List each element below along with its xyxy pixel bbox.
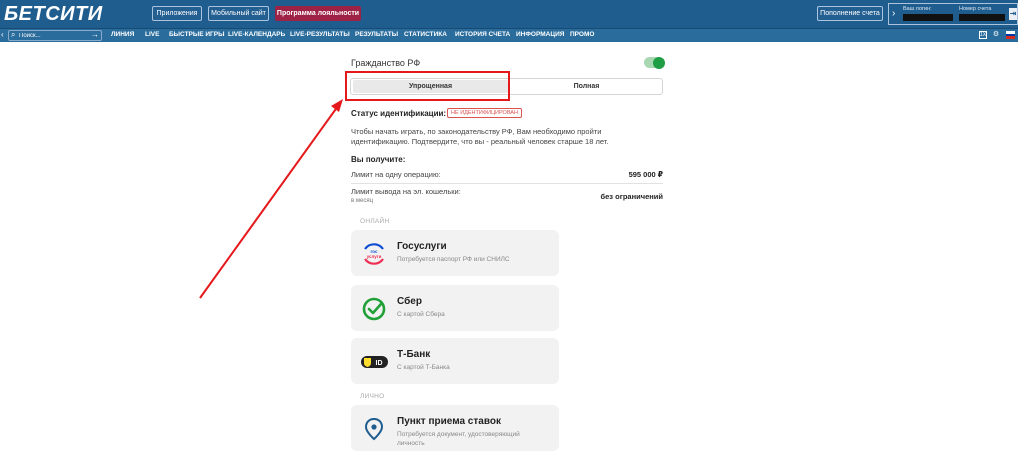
method-subtitle: Потребуется паспорт РФ или СНИЛС (397, 256, 510, 263)
svg-text:услуги: услуги (367, 254, 382, 259)
login-label: Ваш логин: (903, 6, 932, 12)
nav-item-promo[interactable]: ПРОМО (570, 31, 594, 38)
section-title-online: ОНЛАЙН (360, 218, 390, 225)
method-card-gosuslugi[interactable]: гос услуги Госуслуги Потребуется паспорт… (351, 230, 559, 276)
arrow-right-icon[interactable]: → (91, 30, 99, 39)
method-title: Пункт приема ставок (397, 416, 501, 427)
description-text: Чтобы начать играть, по законодательству… (351, 127, 621, 147)
sber-icon (362, 297, 386, 321)
description-line: идентификацию. Подтвердите, что вы - реа… (351, 137, 609, 146)
limit-value: без ограничений (600, 192, 664, 201)
method-subtitle-line: Потребуется документ, удостоверяющий (397, 431, 520, 438)
deposit-button[interactable]: Пополнение счета (817, 6, 883, 21)
description-line: Чтобы начать играть, по законодательству… (351, 127, 602, 136)
nav-item-live-results[interactable]: LIVE-РЕЗУЛЬТАТЫ (290, 31, 350, 38)
login-value-redacted (903, 14, 953, 21)
loyalty-program-button[interactable]: Программа лояльности (275, 6, 361, 21)
citizenship-toggle[interactable] (644, 56, 665, 69)
status-label: Статус идентификации: (351, 109, 447, 118)
chevron-right-icon[interactable]: › (892, 8, 895, 19)
apps-button[interactable]: Приложения (152, 6, 202, 21)
method-title: Т-Банк (397, 349, 431, 360)
toggle-knob (653, 56, 665, 69)
login-box: › Ваш логин: Номер счета ⇥ (888, 3, 1018, 25)
arrow-head (331, 99, 343, 112)
status-badge: НЕ ИДЕНТИФИЦИРОВАН (447, 108, 522, 118)
method-title: Сбер (397, 296, 422, 307)
russia-flag-icon[interactable] (1006, 31, 1015, 39)
search-input[interactable] (19, 31, 91, 40)
limit-sub: в месяц (351, 198, 374, 204)
search-box: ⌕ → (8, 30, 102, 41)
annotation-highlight-box (345, 71, 510, 101)
method-subtitle: Потребуется документ, удостоверяющий лич… (397, 430, 547, 448)
mobile-site-button[interactable]: Мобильный сайт (208, 6, 269, 21)
odds-format-icon[interactable]: 1X (979, 31, 987, 39)
account-label: Номер счета (959, 6, 992, 12)
nav-item-results[interactable]: РЕЗУЛЬТАТЫ (355, 31, 398, 38)
main-nav: ‹ ⌕ → ЛИНИЯ LIVE БЫСТРЫЕ ИГРЫ LIVE-КАЛЕН… (0, 28, 1018, 42)
arrow-shaft (199, 105, 339, 299)
nav-item-live-calendar[interactable]: LIVE-КАЛЕНДАРЬ (228, 31, 285, 38)
method-subtitle: С картой Т-Банка (397, 364, 450, 371)
location-pin-icon (364, 417, 384, 441)
method-subtitle-line: личность (397, 440, 425, 447)
section-title-personal: ЛИЧНО (360, 393, 385, 400)
tbank-icon: ID (361, 356, 388, 368)
account-value-redacted (959, 14, 1005, 21)
method-title: Госуслуги (397, 241, 447, 252)
limit-label: Лимит вывода на эл. кошельки: (351, 187, 461, 196)
nav-item-fast-games[interactable]: БЫСТРЫЕ ИГРЫ (169, 31, 224, 38)
nav-item-statistics[interactable]: СТАТИСТИКА (404, 31, 447, 38)
nav-item-account-history[interactable]: ИСТОРИЯ СЧЕТА (455, 31, 510, 38)
method-card-betting-point[interactable]: Пункт приема ставок Потребуется документ… (351, 405, 559, 451)
search-icon: ⌕ (11, 30, 16, 39)
tab-full[interactable]: Полная (510, 79, 663, 94)
citizenship-label: Гражданство РФ (351, 58, 421, 68)
chevron-left-icon[interactable]: ‹ (1, 30, 4, 39)
logout-icon[interactable]: ⇥ (1009, 8, 1017, 20)
divider (351, 183, 663, 184)
gear-icon[interactable]: ⚙ (992, 31, 1000, 39)
flag-stripe (1006, 36, 1015, 39)
nav-item-line[interactable]: ЛИНИЯ (111, 31, 134, 38)
gosuslugi-icon: гос услуги (364, 243, 384, 265)
receive-title: Вы получите: (351, 155, 406, 164)
limit-label: Лимит на одну операцию: (351, 170, 441, 179)
nav-item-live[interactable]: LIVE (145, 31, 159, 38)
method-card-sber[interactable]: Сбер С картой Сбера (351, 285, 559, 331)
method-card-tbank[interactable]: ID Т-Банк С картой Т-Банка (351, 338, 559, 384)
nav-item-information[interactable]: ИНФОРМАЦИЯ (516, 31, 564, 38)
top-header: БЕТСИТИ Приложения Мобильный сайт Програ… (0, 0, 1018, 28)
limit-value: 595 000 ₽ (628, 170, 663, 179)
method-subtitle: С картой Сбера (397, 311, 445, 318)
site-logo[interactable]: БЕТСИТИ (4, 2, 103, 26)
svg-text:ID: ID (376, 360, 383, 367)
